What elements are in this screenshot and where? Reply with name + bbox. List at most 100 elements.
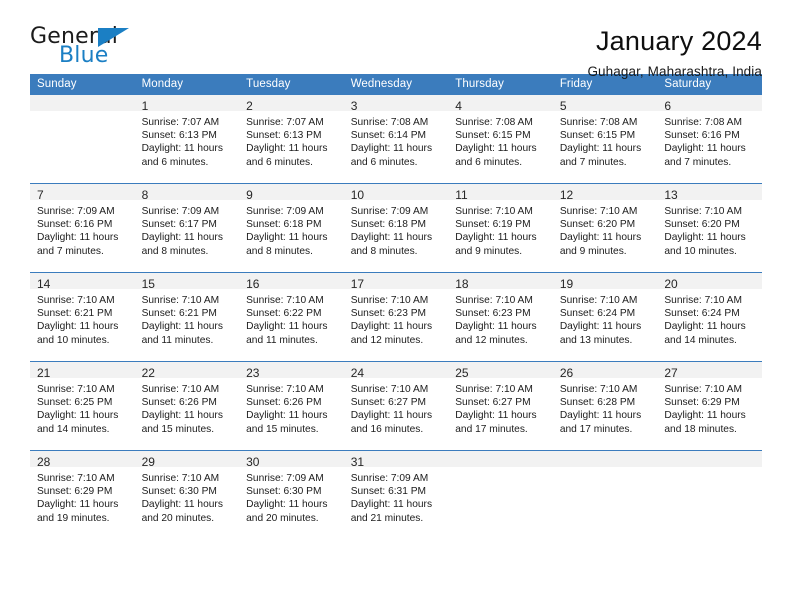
day-cell[interactable]: 13 Sunrise: 7:10 AM Sunset: 6:20 PM Dayl…	[657, 183, 762, 273]
sunrise-text: Sunrise: 7:10 AM	[455, 206, 533, 217]
day-cell[interactable]: 8 Sunrise: 7:09 AM Sunset: 6:17 PM Dayli…	[134, 183, 240, 273]
day-number	[657, 451, 762, 467]
title-block: January 2024 Guhagar, Maharashtra, India	[587, 26, 762, 81]
sunrise-text: Sunrise: 7:10 AM	[37, 384, 115, 395]
day-cell[interactable]: 12 Sunrise: 7:10 AM Sunset: 6:20 PM Dayl…	[552, 183, 658, 273]
day-cell[interactable]	[657, 450, 762, 539]
day-cell[interactable]: 17 Sunrise: 7:10 AM Sunset: 6:23 PM Dayl…	[343, 272, 449, 362]
daylight-text-line2: and 6 minutes.	[246, 156, 313, 168]
daylight-text-line1: Daylight: 11 hours	[350, 143, 433, 155]
day-number: 26	[552, 362, 658, 380]
sunset-text: Sunset: 6:15 PM	[455, 130, 531, 142]
day-details: Sunrise: 7:10 AM Sunset: 6:30 PM Dayligh…	[135, 467, 240, 525]
daylight-text-line1: Daylight: 11 hours	[559, 410, 642, 422]
daylight-text-line2: and 8 minutes.	[350, 245, 418, 257]
day-details	[553, 467, 658, 472]
daylight-text-line2: and 11 minutes.	[141, 334, 214, 346]
page-header: General Blue January 2024 Guhagar, Mahar…	[30, 0, 762, 80]
day-cell[interactable]: 11 Sunrise: 7:10 AM Sunset: 6:19 PM Dayl…	[448, 183, 553, 273]
daylight-text-line2: and 19 minutes.	[37, 512, 110, 524]
day-cell[interactable]: 22 Sunrise: 7:10 AM Sunset: 6:26 PM Dayl…	[134, 361, 240, 451]
page-title: January 2024	[595, 26, 762, 56]
day-number: 8	[134, 184, 240, 202]
daylight-text-line2: and 13 minutes.	[559, 334, 633, 346]
day-cell[interactable]: 19 Sunrise: 7:10 AM Sunset: 6:24 PM Dayl…	[552, 272, 658, 362]
day-cell[interactable]	[552, 450, 658, 539]
calendar-week-row: 1 Sunrise: 7:07 AM Sunset: 6:13 PM Dayli…	[30, 95, 762, 184]
daylight-text-line1: Daylight: 11 hours	[141, 232, 223, 244]
day-details: Sunrise: 7:10 AM Sunset: 6:21 PM Dayligh…	[135, 289, 240, 347]
sunrise-text: Sunrise: 7:10 AM	[246, 295, 324, 306]
day-cell[interactable]: 30 Sunrise: 7:09 AM Sunset: 6:30 PM Dayl…	[239, 450, 344, 539]
sunset-text: Sunset: 6:24 PM	[664, 308, 740, 320]
day-number: 31	[343, 451, 449, 469]
day-cell[interactable]: 31 Sunrise: 7:09 AM Sunset: 6:31 PM Dayl…	[343, 450, 449, 539]
calendar-week-row: 14 Sunrise: 7:10 AM Sunset: 6:21 PM Dayl…	[30, 272, 762, 362]
day-cell[interactable]: 16 Sunrise: 7:10 AM Sunset: 6:22 PM Dayl…	[239, 272, 344, 362]
day-cell[interactable]	[448, 450, 553, 539]
daylight-text-line1: Daylight: 11 hours	[350, 321, 433, 333]
sunrise-text: Sunrise: 7:10 AM	[664, 295, 742, 306]
day-number: 18	[448, 273, 553, 291]
daylight-text-line1: Daylight: 11 hours	[559, 321, 642, 333]
day-cell[interactable]: 29 Sunrise: 7:10 AM Sunset: 6:30 PM Dayl…	[134, 450, 240, 539]
day-cell[interactable]: 10 Sunrise: 7:09 AM Sunset: 6:18 PM Dayl…	[343, 183, 449, 273]
day-details: Sunrise: 7:07 AM Sunset: 6:13 PM Dayligh…	[239, 111, 344, 169]
sunrise-text: Sunrise: 7:10 AM	[37, 295, 115, 306]
day-details: Sunrise: 7:07 AM Sunset: 6:13 PM Dayligh…	[135, 111, 240, 169]
logo-triangle-icon	[98, 28, 129, 47]
day-cell[interactable]: 24 Sunrise: 7:10 AM Sunset: 6:27 PM Dayl…	[343, 361, 449, 451]
sunrise-text: Sunrise: 7:09 AM	[350, 473, 429, 484]
daylight-text-line2: and 12 minutes.	[350, 334, 424, 346]
day-cell[interactable]: 2 Sunrise: 7:07 AM Sunset: 6:13 PM Dayli…	[239, 95, 344, 184]
day-cell[interactable]: 27 Sunrise: 7:10 AM Sunset: 6:29 PM Dayl…	[657, 361, 762, 451]
day-cell[interactable]: 6 Sunrise: 7:08 AM Sunset: 6:16 PM Dayli…	[657, 95, 762, 184]
day-cell[interactable]: 4 Sunrise: 7:08 AM Sunset: 6:15 PM Dayli…	[448, 95, 553, 184]
general-blue-logo[interactable]: General Blue	[30, 26, 180, 74]
day-cell[interactable]: 18 Sunrise: 7:10 AM Sunset: 6:23 PM Dayl…	[448, 272, 553, 362]
sunset-text: Sunset: 6:26 PM	[246, 397, 322, 409]
day-cell[interactable]: 25 Sunrise: 7:10 AM Sunset: 6:27 PM Dayl…	[448, 361, 553, 451]
daylight-text-line1: Daylight: 11 hours	[664, 410, 746, 422]
day-number: 11	[448, 184, 553, 202]
sunset-text: Sunset: 6:16 PM	[664, 130, 740, 142]
day-number: 20	[657, 273, 762, 291]
day-details: Sunrise: 7:10 AM Sunset: 6:27 PM Dayligh…	[448, 378, 553, 436]
sunset-text: Sunset: 6:29 PM	[664, 397, 740, 409]
day-cell[interactable]: 20 Sunrise: 7:10 AM Sunset: 6:24 PM Dayl…	[657, 272, 762, 362]
day-details: Sunrise: 7:10 AM Sunset: 6:26 PM Dayligh…	[135, 378, 240, 436]
daylight-text-line1: Daylight: 11 hours	[37, 410, 119, 422]
day-cell[interactable]: 7 Sunrise: 7:09 AM Sunset: 6:16 PM Dayli…	[30, 183, 135, 273]
day-cell[interactable]: 9 Sunrise: 7:09 AM Sunset: 6:18 PM Dayli…	[239, 183, 344, 273]
sunset-text: Sunset: 6:18 PM	[350, 219, 427, 231]
daylight-text-line1: Daylight: 11 hours	[246, 410, 328, 422]
weekday-header-monday: Monday	[134, 74, 240, 95]
day-cell[interactable]: 1 Sunrise: 7:07 AM Sunset: 6:13 PM Dayli…	[134, 95, 240, 184]
daylight-text-line1: Daylight: 11 hours	[246, 232, 328, 244]
sunrise-text: Sunrise: 7:09 AM	[350, 206, 429, 217]
day-cell[interactable]: 5 Sunrise: 7:08 AM Sunset: 6:15 PM Dayli…	[552, 95, 658, 184]
day-cell[interactable]	[30, 95, 135, 184]
daylight-text-line1: Daylight: 11 hours	[37, 499, 119, 511]
day-details: Sunrise: 7:08 AM Sunset: 6:16 PM Dayligh…	[657, 111, 762, 169]
daylight-text-line1: Daylight: 11 hours	[350, 499, 433, 511]
daylight-text-line2: and 9 minutes.	[559, 245, 627, 257]
day-number: 12	[552, 184, 658, 202]
day-cell[interactable]: 28 Sunrise: 7:10 AM Sunset: 6:29 PM Dayl…	[30, 450, 135, 539]
day-cell[interactable]: 15 Sunrise: 7:10 AM Sunset: 6:21 PM Dayl…	[134, 272, 240, 362]
day-cell[interactable]: 14 Sunrise: 7:10 AM Sunset: 6:21 PM Dayl…	[30, 272, 135, 362]
day-cell[interactable]: 21 Sunrise: 7:10 AM Sunset: 6:25 PM Dayl…	[30, 361, 135, 451]
day-number	[448, 451, 553, 467]
day-cell[interactable]: 3 Sunrise: 7:08 AM Sunset: 6:14 PM Dayli…	[343, 95, 449, 184]
day-cell[interactable]: 26 Sunrise: 7:10 AM Sunset: 6:28 PM Dayl…	[552, 361, 658, 451]
sunset-text: Sunset: 6:21 PM	[141, 308, 217, 320]
sunset-text: Sunset: 6:30 PM	[246, 486, 322, 498]
day-number: 15	[134, 273, 240, 291]
day-number	[30, 95, 135, 111]
day-cell[interactable]: 23 Sunrise: 7:10 AM Sunset: 6:26 PM Dayl…	[239, 361, 344, 451]
day-number: 1	[134, 95, 240, 113]
calendar-week-row: 21 Sunrise: 7:10 AM Sunset: 6:25 PM Dayl…	[30, 361, 762, 451]
sunset-text: Sunset: 6:22 PM	[246, 308, 322, 320]
calendar-body: 1 Sunrise: 7:07 AM Sunset: 6:13 PM Dayli…	[30, 95, 762, 539]
daylight-text-line2: and 7 minutes.	[559, 156, 627, 168]
